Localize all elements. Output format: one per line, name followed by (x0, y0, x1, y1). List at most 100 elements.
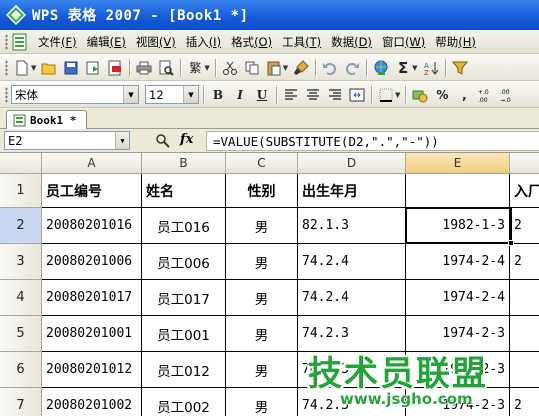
cell-employee-id[interactable]: 20080201017 (42, 280, 142, 316)
traditional-dropdown-arrow[interactable]: ▼ (204, 64, 209, 72)
cell-birth-date[interactable]: 82.1.3 (298, 208, 406, 244)
menu-view[interactable]: 视图(V) (131, 34, 181, 50)
chevron-down-icon[interactable]: ▼ (115, 132, 129, 149)
borders-button[interactable] (376, 85, 396, 105)
row-header-4[interactable]: 4 (0, 280, 42, 316)
cell-entry[interactable] (510, 280, 539, 316)
row-header-2[interactable]: 2 (0, 208, 42, 244)
cell-name[interactable]: 员工016 (142, 208, 226, 244)
align-left-button[interactable] (281, 85, 301, 105)
align-center-button[interactable] (303, 85, 323, 105)
header-cell-entry[interactable]: 入厂 (510, 174, 539, 208)
header-cell-birth-date[interactable]: 出生年月 (298, 174, 406, 208)
traditional-chinese-button[interactable]: 繁 (185, 58, 205, 78)
menu-edit[interactable]: 编辑(E) (82, 34, 131, 50)
menu-file[interactable]: 文件(F) (33, 34, 82, 50)
cell-gender[interactable]: 男 (226, 208, 298, 244)
comma-style-button[interactable]: , (454, 85, 474, 105)
cell-employee-id[interactable]: 20080201002 (42, 388, 142, 416)
export-button[interactable] (83, 58, 103, 78)
chevron-down-icon[interactable]: ▼ (183, 86, 198, 103)
filter-button[interactable] (450, 58, 470, 78)
spreadsheet-doc-icon[interactable] (11, 33, 29, 51)
cell-entry[interactable]: 2 (510, 208, 539, 244)
currency-button[interactable] (410, 85, 430, 105)
paste-button[interactable] (264, 58, 284, 78)
copy-button[interactable] (242, 58, 262, 78)
cell-birth-date[interactable]: 74.2.4 (298, 280, 406, 316)
decrease-decimal-button[interactable]: .00 →.0 (498, 85, 518, 105)
hyperlink-button[interactable] (371, 58, 391, 78)
save-button[interactable] (61, 58, 81, 78)
cell-name[interactable]: 员工002 (142, 388, 226, 416)
header-cell-name[interactable]: 姓名 (142, 174, 226, 208)
autosum-dropdown-arrow[interactable]: ▼ (412, 64, 417, 72)
search-function-icon[interactable] (155, 133, 171, 149)
header-cell-gender[interactable]: 性别 (226, 174, 298, 208)
column-header-b[interactable]: B (142, 153, 226, 174)
tab-book1[interactable]: Book1 * (6, 110, 88, 129)
format-painter-button[interactable] (291, 58, 311, 78)
header-cell-employee-id[interactable]: 员工编号 (42, 174, 142, 208)
cell-name[interactable]: 员工012 (142, 352, 226, 388)
toolbar-grip[interactable] (5, 59, 8, 76)
chevron-down-icon[interactable]: ▼ (123, 86, 138, 103)
print-preview-button[interactable] (156, 58, 176, 78)
cell-employee-id[interactable]: 20080201006 (42, 244, 142, 280)
paste-dropdown-arrow[interactable]: ▼ (283, 64, 288, 72)
menu-format[interactable]: 格式(O) (226, 34, 277, 50)
cell-converted-date[interactable]: 1974-2-4 (406, 244, 510, 280)
column-header-d[interactable]: D (298, 153, 406, 174)
row-header-6[interactable]: 6 (0, 352, 42, 388)
percent-button[interactable]: % (432, 85, 452, 105)
cell-converted-date[interactable]: 1974-2-4 (406, 280, 510, 316)
cell-gender[interactable]: 男 (226, 352, 298, 388)
column-header-e[interactable]: E (406, 153, 510, 174)
cell-name[interactable]: 员工001 (142, 316, 226, 352)
menu-help[interactable]: 帮助(H) (430, 34, 481, 50)
cell-name[interactable]: 员工017 (142, 280, 226, 316)
menu-tools[interactable]: 工具(T) (277, 34, 326, 50)
cell-name[interactable]: 员工006 (142, 244, 226, 280)
row-header-1[interactable]: 1 (0, 174, 42, 208)
menu-data[interactable]: 数据(D) (326, 34, 377, 50)
align-right-button[interactable] (325, 85, 345, 105)
font-name-combo[interactable]: 宋体 ▼ (11, 85, 139, 104)
cell-gender[interactable]: 男 (226, 388, 298, 416)
increase-decimal-button[interactable]: +.0.00 (476, 85, 496, 105)
cell-gender[interactable]: 男 (226, 244, 298, 280)
open-button[interactable] (39, 58, 59, 78)
row-header-3[interactable]: 3 (0, 244, 42, 280)
toolbar-grip[interactable] (5, 86, 8, 103)
sort-button[interactable]: AZ (421, 58, 441, 78)
row-header-7[interactable]: 7 (0, 388, 42, 416)
row-header-5[interactable]: 5 (0, 316, 42, 352)
cell-entry[interactable]: 2 (510, 244, 539, 280)
cell-employee-id[interactable]: 20080201001 (42, 316, 142, 352)
font-size-combo[interactable]: 12 ▼ (145, 85, 199, 104)
cell-birth-date[interactable]: 74.2.4 (298, 244, 406, 280)
new-button[interactable] (12, 58, 32, 78)
bold-button[interactable]: B (208, 85, 228, 105)
formula-input[interactable]: =VALUE(SUBSTITUTE(D2,".","-")) (206, 131, 539, 151)
select-all-corner[interactable] (0, 153, 42, 174)
pdf-button[interactable] (105, 58, 125, 78)
cell-converted-date[interactable]: 1982-1-3 (406, 208, 510, 244)
undo-button[interactable] (320, 58, 340, 78)
column-header-c[interactable]: C (226, 153, 298, 174)
new-dropdown-arrow[interactable]: ▼ (31, 64, 36, 72)
cell-employee-id[interactable]: 20080201012 (42, 352, 142, 388)
header-cell-e1[interactable] (406, 174, 510, 208)
column-header-f[interactable] (510, 153, 539, 174)
autosum-button[interactable]: Σ (393, 58, 413, 78)
borders-dropdown-arrow[interactable]: ▼ (395, 91, 400, 99)
cut-button[interactable] (220, 58, 240, 78)
merge-center-button[interactable] (347, 85, 367, 105)
column-header-a[interactable]: A (42, 153, 142, 174)
menubar-grip[interactable] (5, 33, 8, 50)
underline-button[interactable]: U (252, 85, 272, 105)
name-box[interactable]: E2 ▼ (4, 131, 130, 150)
cell-gender[interactable]: 男 (226, 316, 298, 352)
cell-gender[interactable]: 男 (226, 280, 298, 316)
redo-button[interactable] (342, 58, 362, 78)
